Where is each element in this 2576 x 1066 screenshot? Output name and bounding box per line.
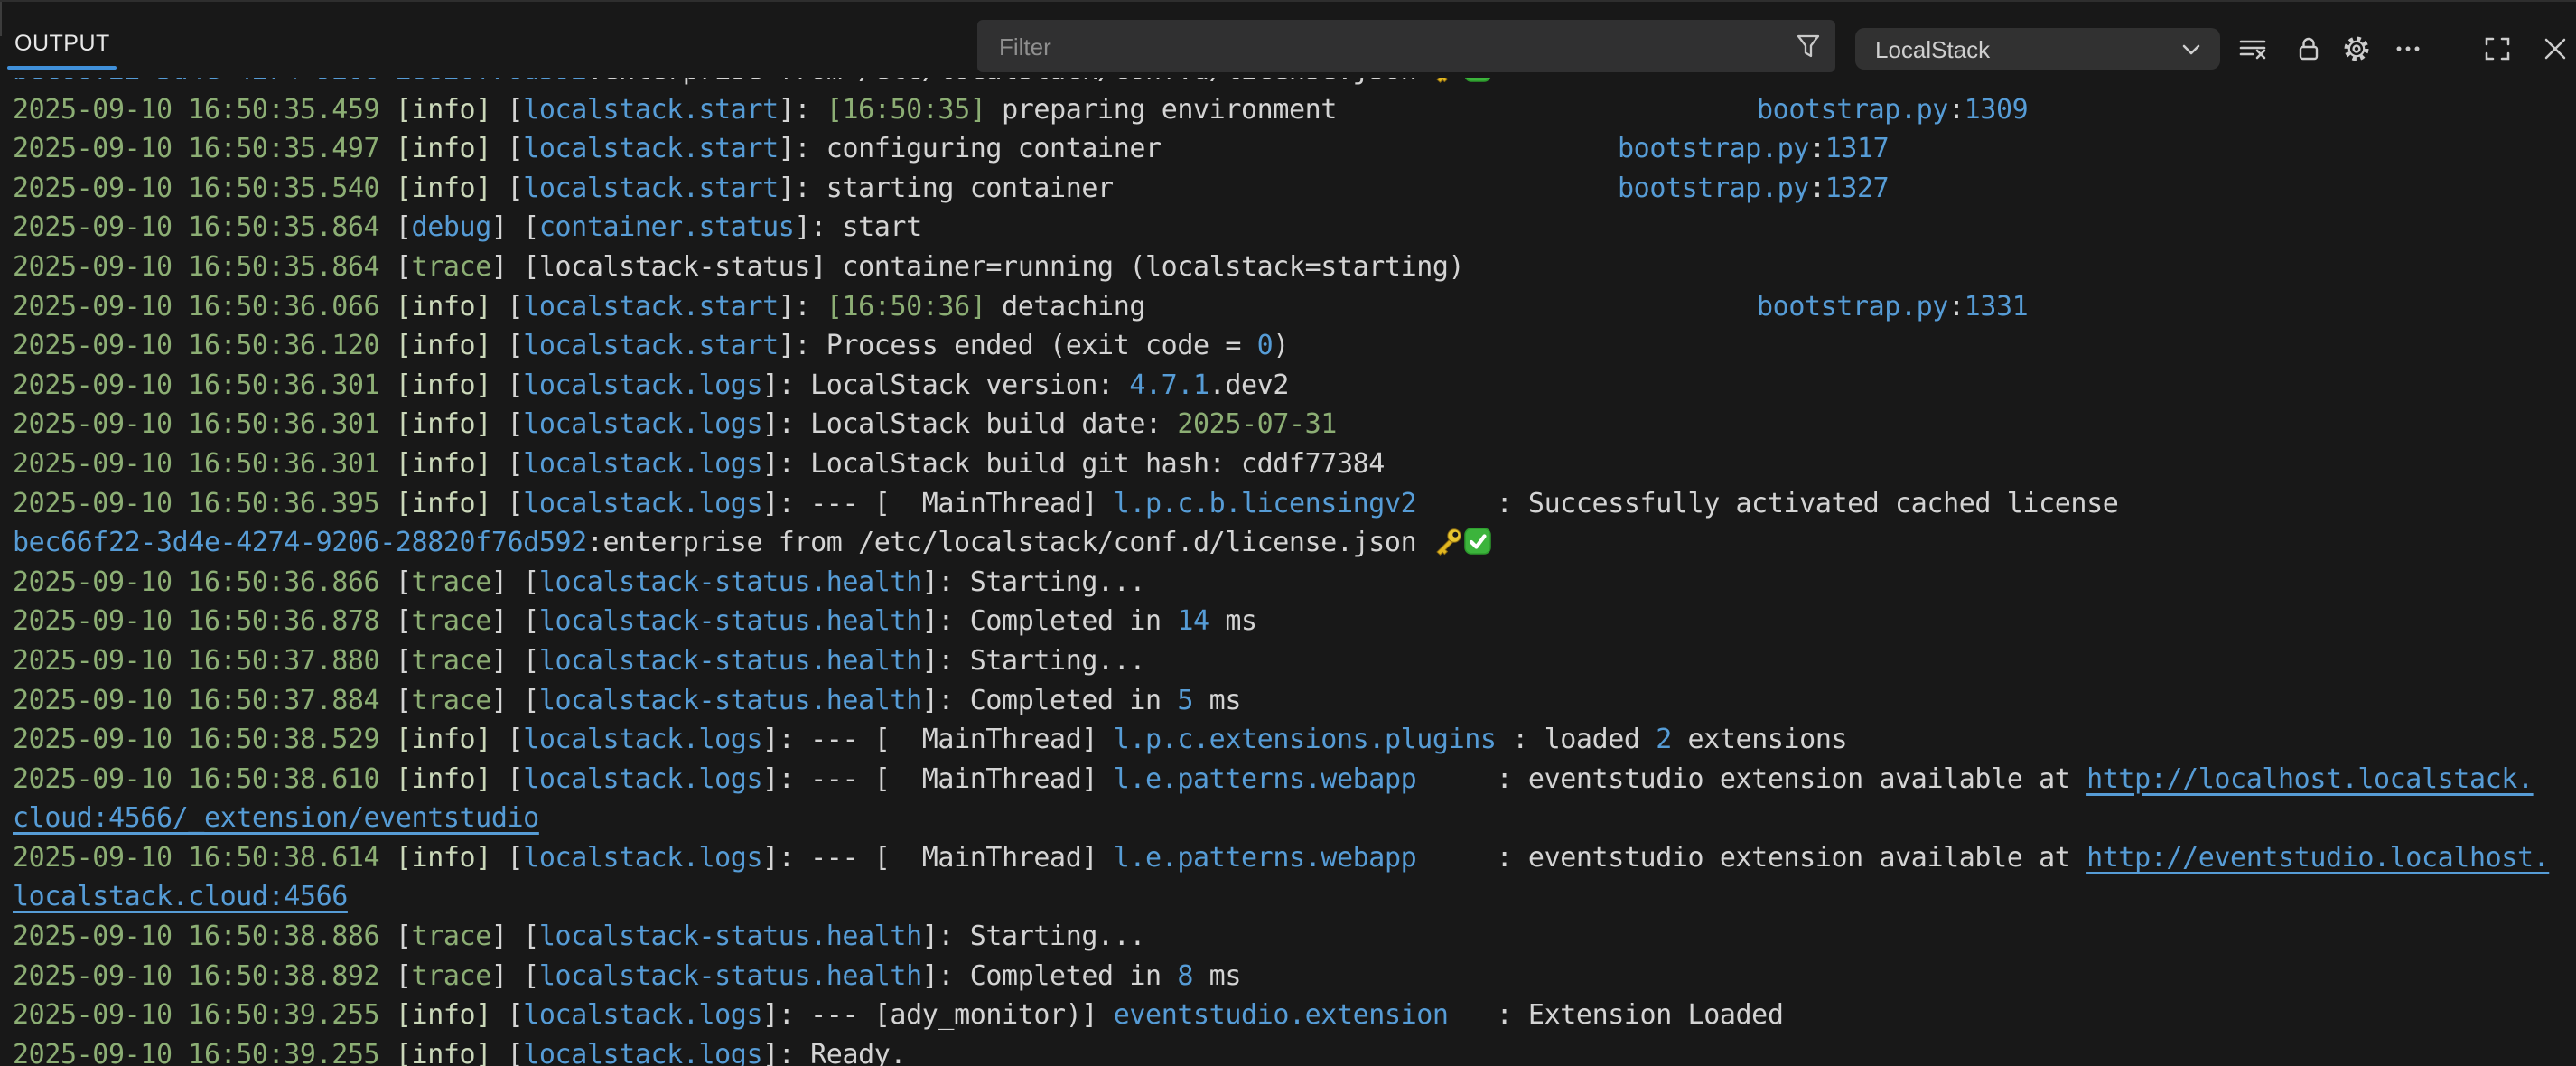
output-log-viewport[interactable]: bec66f22-3d4e-4274-9206-28820f76d592:ent… — [0, 76, 2576, 1066]
lock-auto-scroll-icon[interactable] — [2294, 34, 2323, 63]
log-line: 2025-09-10 16:50:36.878 [trace] [localst… — [13, 602, 2576, 641]
tab-output-label: OUTPUT — [14, 31, 110, 57]
log-line: localstack.cloud:4566 — [13, 877, 2576, 917]
source-location-link[interactable]: bootstrap.py:1309 — [1757, 90, 2028, 130]
log-line: 2025-09-10 16:50:35.459 [info] [localsta… — [13, 90, 2576, 130]
log-line: 2025-09-10 16:50:36.866 [trace] [localst… — [13, 563, 2576, 603]
filter-box — [977, 20, 1835, 72]
log-line: 2025-09-10 16:50:36.120 [info] [localsta… — [13, 326, 2576, 366]
url-link[interactable]: http://localhost.localstack. — [2086, 763, 2534, 795]
gear-settings-icon[interactable] — [2342, 34, 2371, 63]
toolbar-separator — [0, 2, 2, 36]
chevron-down-icon — [2179, 37, 2204, 62]
log-line: 2025-09-10 16:50:38.529 [info] [localsta… — [13, 720, 2576, 760]
log-line: 2025-09-10 16:50:36.301 [info] [localsta… — [13, 405, 2576, 444]
log-line: 2025-09-10 16:50:39.255 [info] [localsta… — [13, 1035, 2576, 1066]
log-line: 2025-09-10 16:50:36.066 [info] [localsta… — [13, 287, 2576, 327]
output-channel-select[interactable]: LocalStack — [1855, 28, 2220, 70]
filter-input[interactable] — [997, 20, 1778, 74]
log-line: bec66f22-3d4e-4274-9206-28820f76d592:ent… — [13, 76, 2576, 90]
close-panel-icon[interactable] — [2541, 34, 2570, 63]
more-actions-icon[interactable] — [2394, 34, 2422, 63]
log-line: 2025-09-10 16:50:36.301 [info] [localsta… — [13, 444, 2576, 484]
check-emoji-icon — [1463, 527, 1494, 557]
log-line: 2025-09-10 16:50:36.301 [info] [localsta… — [13, 366, 2576, 406]
log-line: cloud:4566/_extension/eventstudio — [13, 799, 2576, 838]
output-channel-value: LocalStack — [1875, 36, 1990, 64]
log-line: 2025-09-10 16:50:35.497 [info] [localsta… — [13, 129, 2576, 169]
url-link[interactable]: http://eventstudio.localhost. — [2086, 842, 2549, 874]
output-log: bec66f22-3d4e-4274-9206-28820f76d592:ent… — [0, 76, 2576, 1066]
filter-funnel-icon[interactable] — [1794, 32, 1823, 61]
key-emoji-icon — [1433, 527, 1463, 557]
log-line: 2025-09-10 16:50:38.886 [trace] [localst… — [13, 917, 2576, 957]
log-line: 2025-09-10 16:50:38.614 [info] [localsta… — [13, 838, 2576, 878]
log-line: 2025-09-10 16:50:38.610 [info] [localsta… — [13, 760, 2576, 800]
log-line: 2025-09-10 16:50:38.892 [trace] [localst… — [13, 957, 2576, 996]
log-line: 2025-09-10 16:50:35.864 [trace] [localst… — [13, 248, 2576, 287]
log-line: 2025-09-10 16:50:37.884 [trace] [localst… — [13, 681, 2576, 721]
source-location-link[interactable]: bootstrap.py:1331 — [1757, 287, 2028, 327]
url-link[interactable]: localstack.cloud:4566 — [13, 881, 348, 912]
log-line: 2025-09-10 16:50:35.864 [debug] [contain… — [13, 208, 2576, 248]
url-link[interactable]: cloud:4566/_extension/eventstudio — [13, 802, 539, 834]
log-line: 2025-09-10 16:50:35.540 [info] [localsta… — [13, 169, 2576, 209]
tab-active-underline — [7, 66, 117, 70]
log-line: 2025-09-10 16:50:39.255 [info] [localsta… — [13, 996, 2576, 1035]
log-line: bec66f22-3d4e-4274-9206-28820f76d592:ent… — [13, 523, 2576, 563]
source-location-link[interactable]: bootstrap.py:1317 — [1618, 129, 1889, 169]
log-line: 2025-09-10 16:50:36.395 [info] [localsta… — [13, 484, 2576, 524]
log-line: 2025-09-10 16:50:37.880 [trace] [localst… — [13, 641, 2576, 681]
clear-output-icon[interactable] — [2238, 34, 2267, 63]
maximize-panel-icon[interactable] — [2483, 34, 2512, 63]
source-location-link[interactable]: bootstrap.py:1327 — [1618, 169, 1889, 209]
panel-titlebar: OUTPUT LocalStack — [0, 0, 2576, 78]
